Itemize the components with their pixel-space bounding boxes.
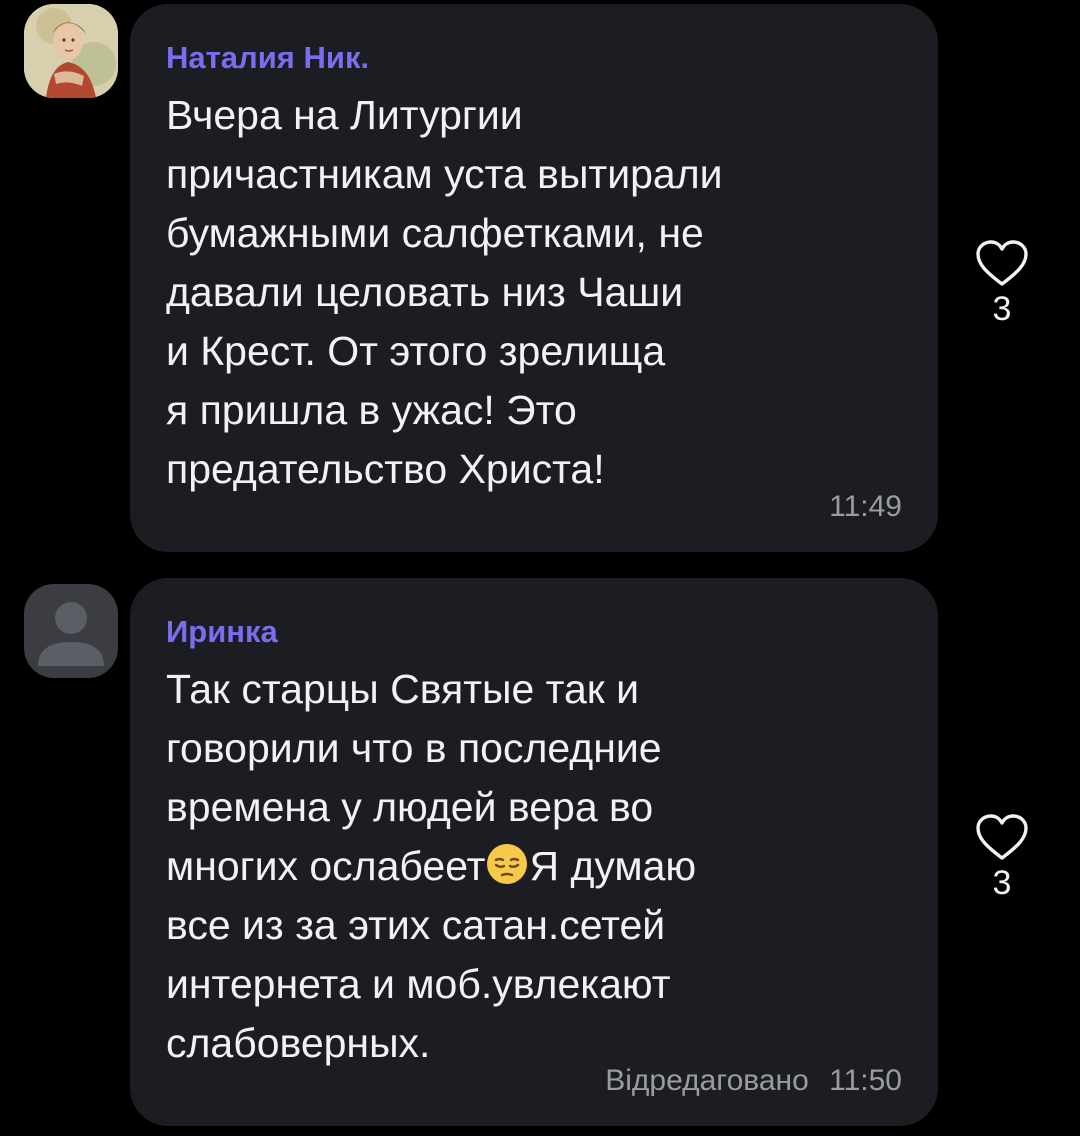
pensive-face-emoji-icon	[487, 844, 528, 884]
like-button[interactable]: 3	[970, 812, 1034, 902]
author-name[interactable]: Иринка	[166, 614, 902, 650]
heart-outline-icon	[976, 814, 1028, 860]
comment-meta: Відредаговано 11:50	[605, 1064, 902, 1098]
like-count: 3	[992, 290, 1012, 328]
comment-meta: 11:49	[829, 490, 902, 524]
painted-portrait-avatar-icon	[24, 4, 118, 98]
like-count: 3	[992, 864, 1012, 902]
comment-text: Вчера на Литургии причастникам уста выти…	[166, 92, 723, 492]
author-name[interactable]: Наталия Ник.	[166, 40, 902, 76]
comment-bubble[interactable]: Иринка Так старцы Святые так и говорили …	[130, 578, 938, 1126]
comment-text: Так старцы Святые так и говорили что в п…	[166, 660, 902, 1073]
edited-label: Відредаговано	[605, 1064, 809, 1097]
comment-bubble[interactable]: Наталия Ник. Вчера на Литургии причастни…	[130, 4, 938, 552]
heart-outline-icon	[976, 240, 1028, 286]
like-button[interactable]: 3	[970, 238, 1034, 328]
comment-time: 11:49	[829, 490, 902, 523]
default-user-avatar-icon	[24, 584, 118, 678]
comment-time: 11:50	[829, 1064, 902, 1097]
avatar[interactable]	[24, 584, 118, 678]
avatar[interactable]	[24, 4, 118, 98]
